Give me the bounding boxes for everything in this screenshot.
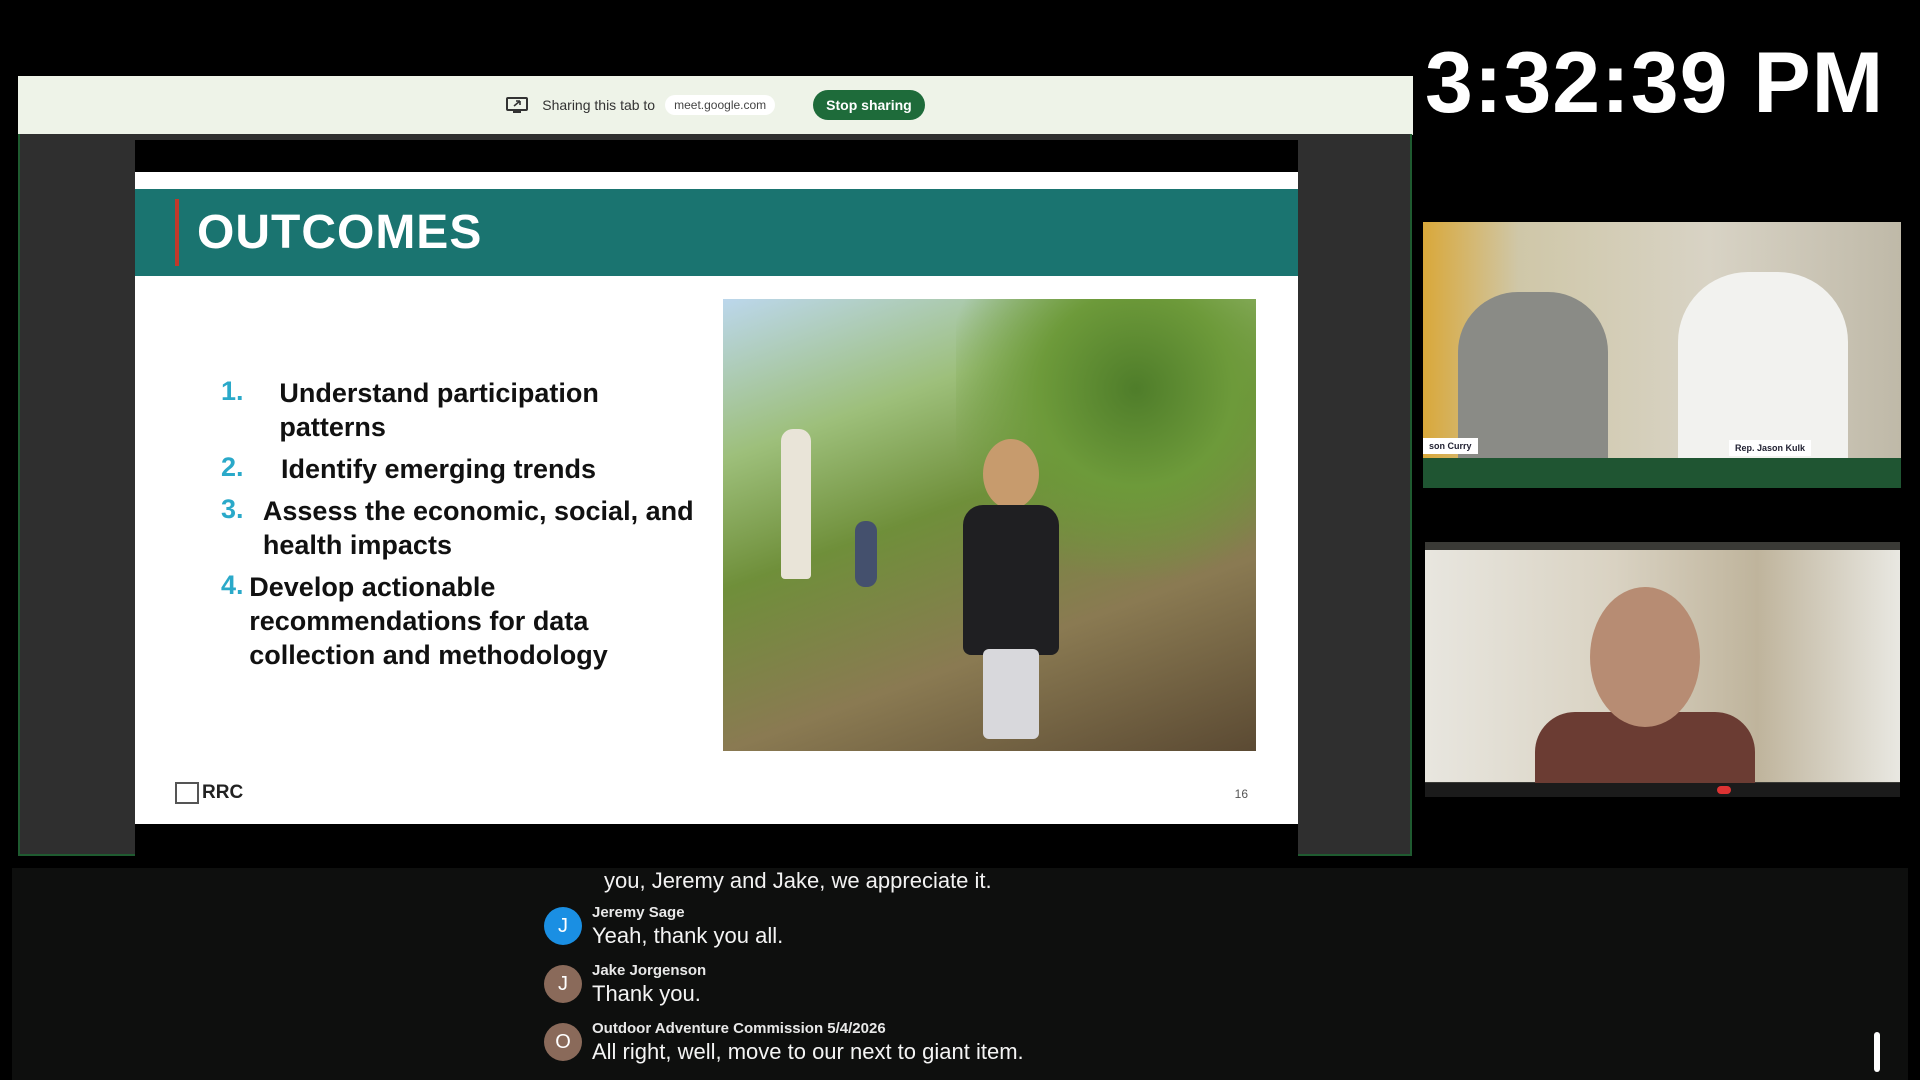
remote-call-controls	[1425, 783, 1900, 797]
slide-page-number: 16	[1234, 787, 1248, 801]
video-tile-remote[interactable]	[1425, 542, 1900, 797]
remote-participant-face	[1590, 587, 1700, 727]
list-item: 4. Develop actionable recommendations fo…	[221, 570, 701, 672]
slide-header: OUTCOMES	[135, 189, 1298, 276]
stop-sharing-button[interactable]: Stop sharing	[813, 90, 925, 120]
header-accent-bar	[175, 199, 179, 266]
end-call-icon[interactable]	[1717, 786, 1731, 794]
item-number: 1.	[221, 376, 244, 406]
avatar: O	[544, 1023, 582, 1061]
sharing-label: Sharing this tab to	[542, 97, 656, 113]
child-pants	[983, 649, 1039, 739]
logo-text: RRC	[202, 782, 244, 803]
photo-child-figure	[953, 439, 1063, 739]
caption-text: Yeah, thank you all.	[592, 923, 784, 948]
avatar: J	[544, 907, 582, 945]
child-sweatshirt	[963, 505, 1059, 655]
captions-panel: you, Jeremy and Jake, we appreciate it. …	[12, 868, 1908, 1080]
rrc-logo: RRC	[175, 782, 243, 804]
item-text: Identify emerging trends	[281, 454, 597, 484]
photo-toddler-figure	[855, 521, 877, 587]
photo-adult-figure	[781, 429, 811, 579]
slide-title: OUTCOMES	[197, 206, 483, 259]
screen-share-icon	[506, 96, 529, 114]
item-number: 2.	[221, 452, 244, 482]
conference-table	[1423, 458, 1901, 488]
tab-sharing-bar: Sharing this tab to meet.google.com Stop…	[18, 76, 1413, 135]
presentation-slide: OUTCOMES 1. Understand participation pat…	[135, 172, 1298, 824]
speaker-name: Outdoor Adventure Commission 5/4/2026	[592, 1020, 886, 1037]
slide-photo	[723, 299, 1256, 751]
child-head	[983, 439, 1039, 509]
participant-left	[1458, 292, 1608, 472]
item-number: 4.	[221, 570, 244, 600]
caption-partial-text: you, Jeremy and Jake, we appreciate it.	[604, 868, 992, 893]
list-item: 1. Understand participation patterns	[221, 376, 701, 444]
mountain-logo-icon	[175, 782, 199, 804]
name-placard-left: son Curry	[1423, 438, 1478, 454]
sharing-domain: meet.google.com	[665, 95, 776, 115]
avatar: J	[544, 965, 582, 1003]
item-text: Understand participation patterns	[279, 378, 599, 442]
captions-scrollbar[interactable]	[1874, 1032, 1880, 1072]
name-placard-right: Rep. Jason Kulk	[1729, 440, 1812, 456]
item-text: Assess the economic, social, and health …	[262, 496, 694, 560]
caption-entry: O Outdoor Adventure Commission 5/4/2026 …	[544, 1020, 1024, 1065]
caption-text: All right, well, move to our next to gia…	[592, 1039, 1024, 1064]
caption-text: Thank you.	[592, 981, 701, 1006]
clock-display: 3:32:39 PM	[1425, 35, 1885, 131]
list-item: 2. Identify emerging trends	[221, 452, 701, 486]
caption-entry: J Jake Jorgenson Thank you.	[544, 962, 706, 1007]
caption-entry: J Jeremy Sage Yeah, thank you all.	[544, 904, 783, 949]
item-number: 3.	[221, 494, 244, 524]
speaker-name: Jeremy Sage	[592, 904, 685, 921]
video-tile-room[interactable]: son Curry Rep. Jason Kulk	[1423, 222, 1901, 488]
speaker-name: Jake Jorgenson	[592, 962, 707, 979]
outcomes-list: 1. Understand participation patterns 2. …	[221, 376, 701, 680]
item-text: Develop actionable recommendations for d…	[249, 572, 608, 670]
list-item: 3. Assess the economic, social, and heal…	[221, 494, 701, 562]
